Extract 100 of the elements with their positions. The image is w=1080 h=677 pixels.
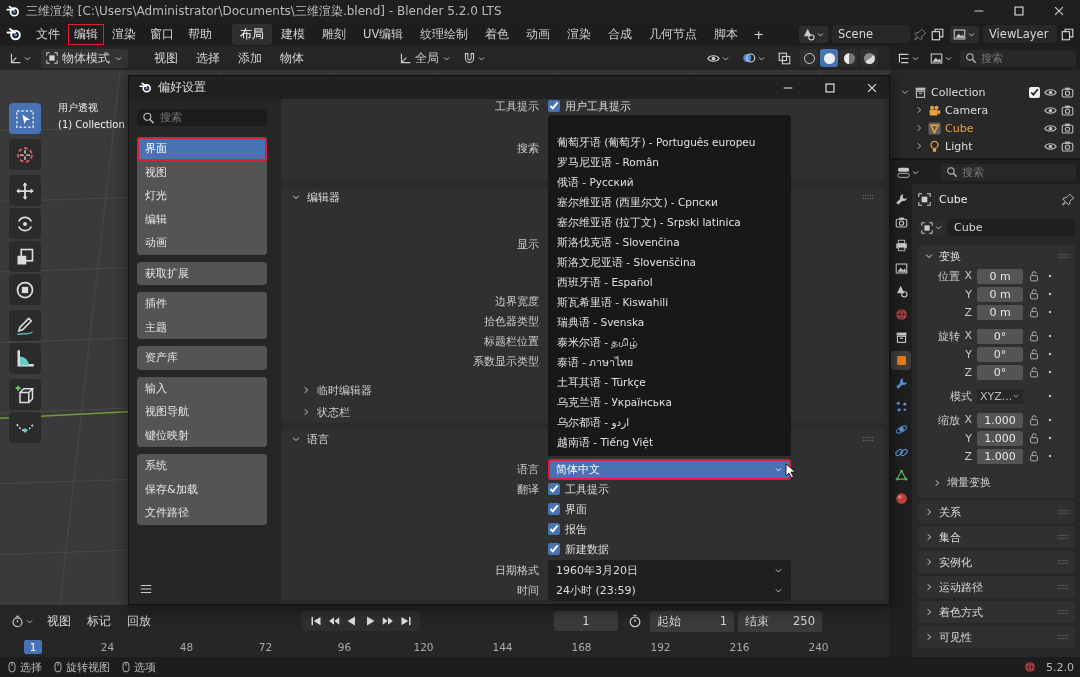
number-field[interactable]: 0 m (977, 304, 1023, 320)
language-option[interactable]: 斯洛文尼亚语 - Slovenščina (548, 252, 791, 272)
tool-button[interactable] (9, 241, 41, 272)
padlock-icon[interactable] (1028, 306, 1040, 318)
scene-type-button[interactable] (799, 25, 828, 43)
fast-forward-icon[interactable] (382, 615, 394, 627)
language-option[interactable]: 俄语 - Русский (548, 172, 791, 192)
chevron-down-icon[interactable] (291, 434, 301, 444)
checkbox[interactable] (548, 483, 560, 495)
menu-item[interactable]: 帮助 (182, 23, 218, 45)
menu-item[interactable]: 编辑 (68, 23, 104, 45)
number-field[interactable]: 0° (977, 364, 1023, 380)
panel-title[interactable]: 运动路径 (939, 579, 983, 595)
checkbox[interactable] (548, 543, 560, 555)
chevron-right-icon[interactable] (924, 532, 934, 542)
tool-button[interactable] (9, 379, 41, 410)
workspace-tab[interactable]: 着色 (477, 23, 518, 45)
panel-title[interactable]: 关系 (939, 504, 961, 520)
logo-icon[interactable] (6, 26, 22, 42)
search-field[interactable]: 搜索 (941, 163, 1076, 181)
end-frame-field[interactable]: 结束 250 (738, 610, 822, 632)
shading-button[interactable] (820, 49, 838, 67)
padlock-icon[interactable] (1028, 270, 1040, 282)
name-field[interactable]: Cube (948, 219, 1075, 236)
workspace-tab[interactable]: 渲染 (559, 23, 600, 45)
time-format-select[interactable]: 24小时 (23:59) (548, 579, 791, 601)
shading-button[interactable] (860, 49, 878, 67)
photo-camera-icon[interactable] (1061, 103, 1074, 117)
play-reverse-icon[interactable] (346, 615, 358, 627)
workspace-tab[interactable]: 纹理绘制 (412, 23, 477, 45)
workspace-tab[interactable]: 动画 (518, 23, 559, 45)
chevron-right-icon[interactable] (914, 123, 924, 133)
number-field[interactable]: 1.000 (977, 412, 1023, 428)
workspace-tab[interactable]: 合成 (600, 23, 641, 45)
menu-item[interactable]: 视图 (148, 48, 184, 68)
padlock-icon[interactable] (1028, 366, 1040, 378)
tool-button[interactable] (9, 343, 41, 374)
language-option[interactable]: 葡萄牙语 (葡萄牙) - Português europeu (548, 132, 791, 152)
copy-icon[interactable] (931, 27, 944, 41)
tool-button[interactable] (9, 175, 41, 206)
padlock-icon[interactable] (1028, 348, 1040, 360)
rotation-mode-select[interactable]: XYZ... (977, 388, 1023, 404)
menu-item[interactable]: 物体 (274, 48, 310, 68)
language-option[interactable]: 乌克兰语 - Українська (548, 392, 791, 412)
language-option[interactable]: 塞尔维亚语 (西里尔文) - Српски (548, 192, 791, 212)
skip-start-icon[interactable] (310, 615, 322, 627)
view-layer-field[interactable]: ViewLayer (983, 25, 1057, 43)
search-field[interactable]: 搜索 (137, 109, 267, 126)
shading-button[interactable] (800, 49, 818, 67)
panel-title[interactable]: 变换 (939, 248, 961, 264)
scene-field[interactable]: Scene (832, 25, 910, 43)
menu-item[interactable]: 回放 (121, 611, 157, 631)
chevron-right-icon[interactable] (914, 141, 924, 151)
nav-item[interactable]: 界面 (137, 137, 267, 161)
tool-button[interactable] (9, 274, 41, 305)
number-field[interactable]: 1.000 (977, 448, 1023, 464)
language-option[interactable]: 罗马尼亚语 - Român (548, 152, 791, 172)
language-option[interactable]: 西班牙语 - Español (548, 272, 791, 292)
photo-camera-icon[interactable] (1061, 121, 1074, 135)
section-title[interactable]: 编辑器 (307, 189, 340, 205)
start-frame-field[interactable]: 起始 1 (650, 610, 734, 632)
subpanel-title[interactable]: 增量变换 (947, 475, 991, 490)
checkbox[interactable] (1029, 86, 1040, 98)
playhead-frame[interactable]: 1 (24, 640, 42, 654)
current-frame-field[interactable]: 1 (554, 611, 618, 631)
workspace-tab[interactable]: 布局 (232, 23, 272, 45)
view-layer-type-button[interactable] (950, 25, 979, 43)
photo-camera-icon[interactable] (1061, 85, 1074, 99)
stopwatch-icon[interactable] (628, 614, 642, 628)
section-title[interactable]: 语言 (307, 431, 329, 447)
property-tab[interactable] (891, 351, 911, 370)
tool-button[interactable] (9, 412, 41, 443)
tool-button[interactable] (9, 208, 41, 239)
checkbox[interactable] (548, 503, 560, 515)
pin-icon[interactable] (1062, 192, 1075, 206)
workspace-tab[interactable]: 几何节点 (641, 23, 706, 45)
chevron-right-icon[interactable] (301, 385, 311, 395)
chevron-down-icon[interactable] (291, 192, 301, 202)
shading-button[interactable] (840, 49, 858, 67)
number-field[interactable]: 0 m (977, 286, 1023, 302)
language-option[interactable]: 土耳其语 - Türkçe (548, 372, 791, 392)
padlock-icon[interactable] (1028, 330, 1040, 342)
add-workspace-button[interactable]: + (747, 26, 771, 42)
number-field[interactable]: 1.000 (977, 430, 1023, 446)
panel-title[interactable]: 着色方式 (939, 604, 983, 620)
chevron-right-icon[interactable] (924, 557, 934, 567)
panel-title[interactable]: 可见性 (939, 629, 972, 645)
orientation-select[interactable]: 全局 (396, 48, 454, 68)
chevron-right-icon[interactable] (914, 105, 924, 115)
tree-item[interactable]: Light (945, 139, 973, 153)
language-option[interactable]: 越南语 - Tiếng Việt (548, 432, 791, 452)
menu-item[interactable]: 标记 (81, 611, 117, 631)
copy-icon[interactable] (1061, 27, 1074, 41)
padlock-icon[interactable] (1028, 450, 1040, 462)
tree-item[interactable]: Collection (931, 85, 1025, 99)
chevron-right-icon[interactable] (924, 607, 934, 617)
object-type-button[interactable] (918, 219, 946, 236)
checkbox[interactable] (548, 523, 560, 535)
close-icon[interactable] (1052, 4, 1066, 18)
maximize-icon[interactable] (823, 80, 837, 95)
